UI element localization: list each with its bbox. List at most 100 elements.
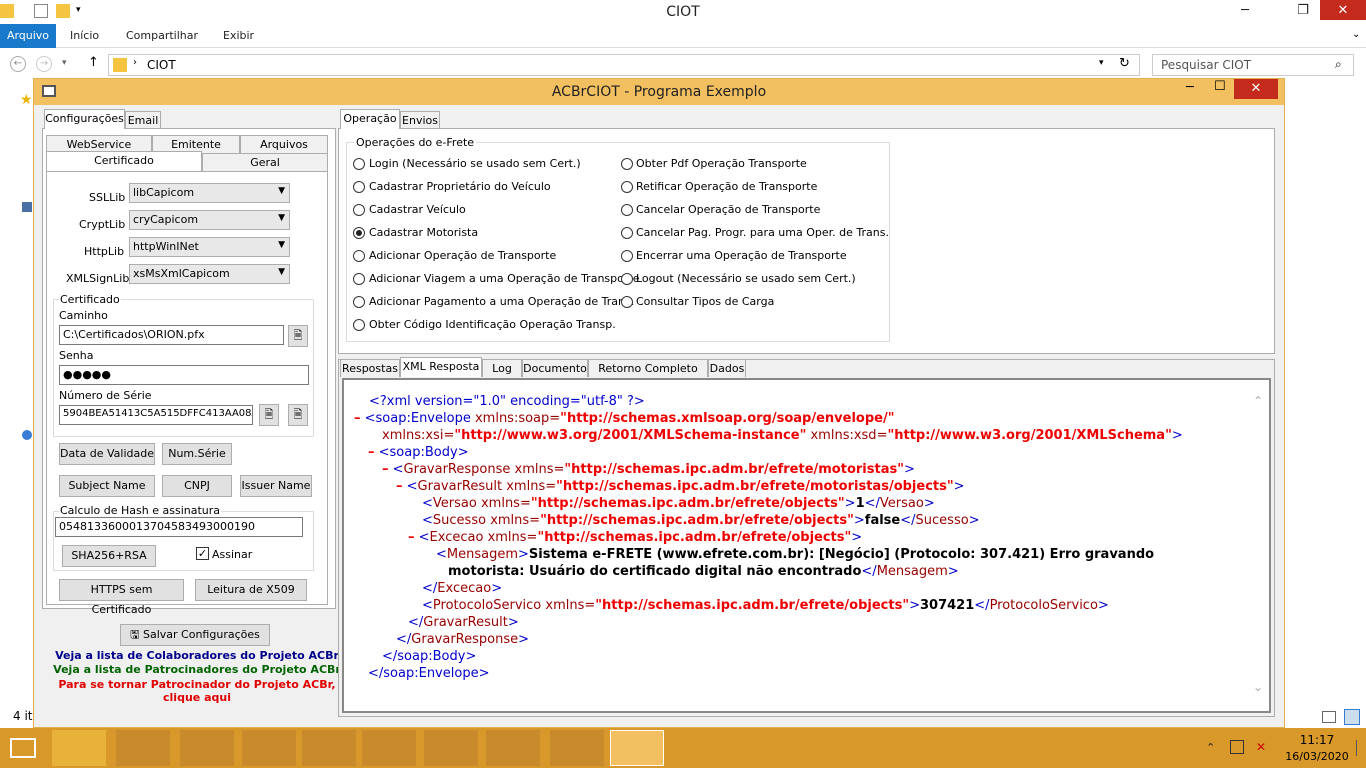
tab-compartilhar[interactable]: Compartilhar xyxy=(126,29,198,42)
large-icons-view-icon[interactable] xyxy=(1344,709,1360,725)
patrocinadores-link[interactable]: Veja a lista de Patrocinadores do Projet… xyxy=(52,663,342,676)
tab-configuracoes[interactable]: Configurações xyxy=(44,109,125,129)
browse-file-button[interactable]: 🗎 xyxy=(288,325,308,347)
search-icon[interactable]: ⌕ xyxy=(1335,57,1342,72)
op-label[interactable]: Cadastrar Veículo xyxy=(369,203,466,216)
remote-desktop-icon[interactable] xyxy=(180,730,234,766)
subject-name-button[interactable]: Subject Name xyxy=(59,475,155,497)
tab-envios[interactable]: Envios xyxy=(400,111,440,129)
tab-log[interactable]: Log xyxy=(482,359,522,377)
https-sem-certificado-button[interactable]: HTTPS sem Certificado xyxy=(59,579,184,616)
tab-inicio[interactable]: Início xyxy=(70,29,99,42)
up-icon[interactable]: ↑ xyxy=(88,55,99,70)
forward-icon[interactable]: → xyxy=(36,56,52,72)
op-radio[interactable] xyxy=(353,250,365,262)
maximize-button[interactable]: ❐ xyxy=(1288,0,1318,22)
op-radio[interactable] xyxy=(353,227,365,239)
scroll-up-icon[interactable]: ⌃ xyxy=(1253,394,1263,408)
close-button[interactable]: ✕ xyxy=(1320,0,1366,20)
tab-xml-resposta[interactable]: XML Resposta xyxy=(400,357,482,377)
address-input[interactable]: › CIOT ▾ ↻ xyxy=(108,54,1140,76)
caminho-input[interactable]: C:\Certificados\ORION.pfx xyxy=(59,325,284,345)
select-serial-button[interactable]: 🗎 xyxy=(259,404,279,426)
close-button[interactable]: ✕ xyxy=(1234,79,1278,99)
scroll-down-icon[interactable]: ⌄ xyxy=(1253,680,1263,694)
notification-icon[interactable] xyxy=(1356,740,1364,756)
search-input[interactable]: Pesquisar CIOT ⌕ xyxy=(1152,54,1354,76)
tab-respostas[interactable]: Respostas xyxy=(340,359,400,377)
file-explorer-icon[interactable] xyxy=(52,730,106,766)
chevron-down-icon[interactable]: ▾ xyxy=(62,58,67,68)
chrome-icon[interactable] xyxy=(424,730,478,766)
clock-date[interactable]: 16/03/2020 xyxy=(1284,750,1350,763)
hash-input[interactable]: 05481336000137045834930001​90 xyxy=(55,517,303,537)
op-label[interactable]: Cadastrar Proprietário do Veículo xyxy=(369,180,551,193)
op-label[interactable]: Obter Pdf Operação Transporte xyxy=(636,157,807,170)
op-radio[interactable] xyxy=(621,273,633,285)
colaboradores-link[interactable]: Veja a lista de Colaboradores do Projeto… xyxy=(52,649,342,662)
leitura-x509-button[interactable]: Leitura de X509 xyxy=(195,579,307,601)
xmlsignlib-select[interactable]: xsMsXmlCapicom ▼ xyxy=(129,264,290,284)
tab-exibir[interactable]: Exibir xyxy=(223,29,254,42)
network-icon[interactable] xyxy=(22,430,32,440)
op-radio[interactable] xyxy=(353,204,365,216)
tab-arquivos[interactable]: Arquivos xyxy=(240,135,328,153)
num-serie-button[interactable]: Num.Série xyxy=(162,443,232,465)
tab-geral[interactable]: Geral xyxy=(202,153,328,171)
op-label[interactable]: Encerrar uma Operação de Transporte xyxy=(636,249,847,262)
acbr-app-icon[interactable] xyxy=(610,730,664,766)
assinar-checkbox[interactable]: ✓ xyxy=(196,547,209,560)
clock-time[interactable]: 11:17 xyxy=(1292,733,1342,747)
cryptlib-select[interactable]: cryCapicom ▼ xyxy=(129,210,290,230)
op-label[interactable]: Cancelar Operação de Transporte xyxy=(636,203,820,216)
op-label[interactable]: Cancelar Pag. Progr. para uma Oper. de T… xyxy=(636,226,889,239)
outlook-icon[interactable] xyxy=(242,730,296,766)
data-validade-button[interactable]: Data de Validade xyxy=(59,443,155,465)
volume-tray-icon[interactable]: ✕ xyxy=(1256,740,1266,754)
notepad-icon[interactable] xyxy=(116,730,170,766)
chevron-down-icon[interactable]: ⌄ xyxy=(1352,29,1360,40)
minimize-button[interactable]: ─ xyxy=(1186,80,1194,95)
select-serial-alt-button[interactable]: 🗎 xyxy=(288,404,308,426)
computer-icon[interactable] xyxy=(22,202,32,212)
network-tray-icon[interactable] xyxy=(1230,740,1244,754)
senha-input[interactable]: ●●●●● xyxy=(59,365,309,385)
maximize-button[interactable]: ☐ xyxy=(1214,79,1226,94)
op-label[interactable]: Consultar Tipos de Carga xyxy=(636,295,774,308)
op-radio[interactable] xyxy=(353,319,365,331)
op-label[interactable]: Adicionar Operação de Transporte xyxy=(369,249,556,262)
tab-certificado[interactable]: Certificado xyxy=(46,151,202,171)
op-label[interactable]: Retificar Operação de Transporte xyxy=(636,180,817,193)
op-radio[interactable] xyxy=(353,181,365,193)
op-label[interactable]: Adicionar Viagem a uma Operação de Trans… xyxy=(369,272,639,285)
cnpj-button[interactable]: CNPJ xyxy=(162,475,232,497)
op-radio[interactable] xyxy=(353,296,365,308)
op-label[interactable]: Login (Necessário se usado sem Cert.) xyxy=(369,157,581,170)
op-radio[interactable] xyxy=(353,158,365,170)
clique-aqui-link[interactable]: clique aqui xyxy=(52,691,342,704)
refresh-icon[interactable]: ↻ xyxy=(1119,56,1130,71)
tornar-patrocinador-link[interactable]: Para se tornar Patrocinador do Projeto A… xyxy=(52,678,342,691)
op-radio[interactable] xyxy=(621,296,633,308)
tab-documento[interactable]: Documento xyxy=(522,359,588,377)
op-radio[interactable] xyxy=(621,158,633,170)
tab-operacao[interactable]: Operação xyxy=(340,109,400,129)
op-radio[interactable] xyxy=(621,204,633,216)
xml-viewer[interactable]: <?xml version="1.0" encoding="utf-8" ?> –… xyxy=(342,378,1271,713)
tab-retorno-completo-ws[interactable]: Retorno Completo WS xyxy=(588,359,708,392)
details-view-icon[interactable] xyxy=(1322,711,1336,723)
httplib-select[interactable]: httpWinINet ▼ xyxy=(129,237,290,257)
firefox-icon[interactable] xyxy=(302,730,356,766)
op-radio[interactable] xyxy=(353,273,365,285)
ssllib-select[interactable]: libCapicom ▼ xyxy=(129,183,290,203)
op-label[interactable]: Cadastrar Motorista xyxy=(369,226,478,239)
back-icon[interactable]: ← xyxy=(10,56,26,72)
numero-serie-input[interactable]: 5904BEA51413C5A515DFFC413AA08A xyxy=(59,405,253,425)
chevron-down-icon[interactable]: ▾ xyxy=(1099,58,1104,68)
star-icon[interactable]: ★ xyxy=(20,92,33,108)
salvar-configuracoes-button[interactable]: 🖫 Salvar Configurações xyxy=(120,624,270,646)
op-radio[interactable] xyxy=(621,250,633,262)
windows-start-icon[interactable] xyxy=(10,738,36,758)
op-radio[interactable] xyxy=(621,227,633,239)
op-label[interactable]: Logout (Necessário se usado sem Cert.) xyxy=(636,272,856,285)
